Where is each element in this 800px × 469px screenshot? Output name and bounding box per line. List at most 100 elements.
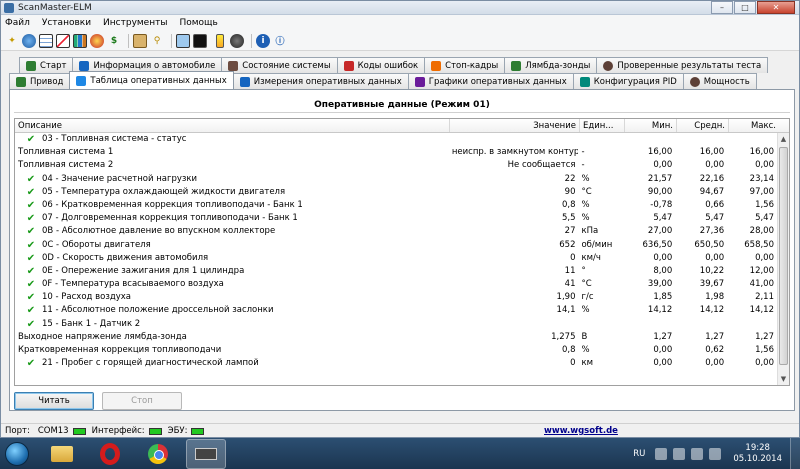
table-row[interactable]: ✔ 11 - Абсолютное положение дроссельной з… — [15, 304, 777, 317]
taskbar-chrome[interactable] — [138, 439, 178, 469]
scrollbar-thumb[interactable] — [779, 147, 788, 365]
tab-system-status[interactable]: Состояние системы — [221, 57, 338, 73]
scroll-up-arrow-icon[interactable]: ▲ — [778, 133, 789, 145]
row-description-cell: ✔ 06 - Кратковременная коррекция топливоп… — [15, 199, 449, 212]
show-desktop-button[interactable] — [790, 438, 800, 469]
port-led-icon — [72, 427, 86, 435]
menu-help[interactable]: Помощь — [179, 18, 217, 28]
gauge-icon[interactable] — [90, 33, 104, 48]
tab-live-data-graphs[interactable]: Графики оперативных данных — [407, 73, 574, 89]
table-row[interactable]: ✔ 03 - Топливная система - статус — [15, 133, 777, 146]
tab-oxygen-sensors[interactable]: Лямбда-зонды — [504, 57, 598, 73]
row-value: 0 — [570, 358, 576, 369]
row-max: 28,00 — [749, 226, 774, 237]
check-icon: ✔ — [26, 318, 36, 330]
scroll-down-arrow-icon[interactable]: ▼ — [778, 373, 789, 385]
about-icon[interactable]: ⓘ — [273, 34, 287, 48]
menu-settings[interactable]: Установки — [42, 18, 91, 28]
bar-icon[interactable] — [73, 33, 87, 48]
monitor-icon[interactable] — [176, 33, 190, 48]
network-icon[interactable] — [691, 447, 704, 460]
column-header-value[interactable]: Значение — [450, 119, 580, 132]
chart-icon[interactable] — [56, 33, 70, 48]
taskbar-scanmaster[interactable] — [186, 438, 226, 469]
info-icon[interactable]: i — [256, 33, 270, 48]
close-button[interactable]: ✕ — [757, 1, 795, 14]
taskbar-opera[interactable] — [90, 439, 130, 469]
tab-row-bottom: Привод Таблица оперативных данных Измере… — [9, 71, 757, 89]
tab-freeze-frames[interactable]: Стоп-кадры — [424, 57, 506, 73]
tab-test-results[interactable]: Проверенные результаты теста — [596, 57, 769, 73]
table-row[interactable]: ✔ 0E - Опережение зажигания для 1 цилиндр… — [15, 265, 777, 278]
menu-tools[interactable]: Инструменты — [103, 18, 167, 28]
column-header-max[interactable]: Макс. — [729, 119, 779, 132]
globe-icon[interactable] — [22, 33, 36, 48]
table-row[interactable]: ✔ 05 - Температура охлаждающей жидкости д… — [15, 186, 777, 199]
row-max — [727, 133, 777, 146]
column-header-unit[interactable]: Един... — [580, 119, 625, 132]
table-row[interactable]: ✔ 21 - Пробег с горящей диагностической л… — [15, 357, 777, 370]
read-button[interactable]: Читать — [14, 392, 94, 410]
table-row[interactable]: Кратковременная коррекция топливоподачи 0… — [15, 344, 777, 357]
maximize-button[interactable]: □ — [734, 1, 756, 14]
table-row[interactable]: ✔ 0B - Абсолютное давление во впускном ко… — [15, 225, 777, 238]
volume-icon[interactable] — [709, 447, 722, 460]
row-unit: % — [581, 199, 590, 210]
row-unit: - — [581, 147, 585, 158]
tab-pid-config[interactable]: Конфигурация PID — [572, 73, 684, 89]
column-header-avg[interactable]: Средн. — [677, 119, 729, 132]
table-row[interactable]: ✔ 0D - Скорость движения автомобиля 0 км/ч 0… — [15, 252, 777, 265]
row-min: 0,00 — [653, 345, 673, 355]
table-icon[interactable] — [39, 33, 53, 48]
tab-live-data-table[interactable]: Таблица оперативных данных — [69, 71, 234, 89]
clock[interactable]: 19:28 05.10.2014 — [733, 443, 782, 465]
column-header-min[interactable]: Мин. — [625, 119, 677, 132]
tab-start[interactable]: Старт — [19, 57, 74, 73]
table-row[interactable]: Топливная система 2 Не сообщается - 0,00 0,0… — [15, 159, 777, 172]
table-row[interactable]: ✔ 0C - Обороты двигателя 652 об/мин 636,50 65… — [15, 239, 777, 252]
table-row[interactable]: ✔ 15 - Банк 1 - Датчик 2 — [15, 318, 777, 331]
column-header-description[interactable]: Описание — [15, 119, 450, 132]
clock-date: 05.10.2014 — [733, 453, 782, 464]
key-icon[interactable]: ⚲ — [150, 34, 164, 48]
table-row[interactable]: Топливная система 1 неиспр. в замкнутом к… — [15, 146, 777, 159]
row-min: 14,12 — [647, 305, 673, 316]
start-button[interactable] — [0, 439, 34, 469]
table-row[interactable]: ✔ 07 - Долговременная коррекция топливопо… — [15, 212, 777, 225]
row-value: 652 — [559, 239, 576, 250]
table-row[interactable]: ✔ 0F - Температура всасываемого воздуха 41… — [15, 278, 777, 291]
row-min: 39,00 — [647, 279, 673, 290]
flag-icon[interactable] — [673, 447, 686, 460]
table-row[interactable]: ✔ 10 - Расход воздуха 1,90 г/с 1,85 1,98 2,11 — [15, 291, 777, 304]
clipboard-icon[interactable] — [133, 33, 147, 48]
row-description: 10 - Расход воздуха — [42, 292, 131, 303]
taskbar-explorer[interactable] — [42, 439, 82, 469]
website-link[interactable]: www.wgsoft.de — [544, 426, 618, 436]
row-max: 12,00 — [749, 265, 774, 276]
tab-live-data-measure[interactable]: Измерения оперативных данных — [232, 73, 409, 89]
record-icon[interactable] — [230, 33, 244, 48]
config-icon — [579, 76, 590, 87]
minimize-button[interactable]: – — [711, 1, 733, 14]
tab-power[interactable]: Мощность — [682, 73, 757, 89]
stop-button[interactable]: Стоп — [102, 392, 182, 410]
table-row[interactable]: ✔ 06 - Кратковременная коррекция топливоп… — [15, 199, 777, 212]
row-unit — [578, 318, 623, 331]
terminal-icon[interactable] — [193, 33, 207, 48]
tray-arrow-icon[interactable] — [655, 447, 668, 460]
menu-file[interactable]: Файл — [5, 18, 30, 28]
table-row[interactable]: Выходное напряжение лямбда-зонда 1,275 В 1,… — [15, 331, 777, 344]
tab-error-codes[interactable]: Коды ошибок — [336, 57, 426, 73]
tab-drive[interactable]: Привод — [9, 73, 71, 89]
language-indicator[interactable]: RU — [633, 449, 645, 459]
row-avg: 0,62 — [705, 345, 725, 355]
vertical-scrollbar[interactable]: ▲ ▼ — [777, 133, 789, 385]
title-bar: ScanMaster-ELM – □ ✕ — [1, 1, 799, 15]
battery-icon[interactable] — [216, 33, 224, 48]
dollar-icon[interactable]: $ — [107, 34, 121, 48]
ecu-label: ЭБУ: — [167, 426, 188, 436]
table-row[interactable]: ✔ 04 - Значение расчетной нагрузки 22% 21,5… — [15, 173, 777, 186]
status-icon — [228, 60, 239, 71]
wizard-icon[interactable]: ✦ — [5, 34, 19, 48]
row-min: 8,00 — [653, 265, 673, 276]
